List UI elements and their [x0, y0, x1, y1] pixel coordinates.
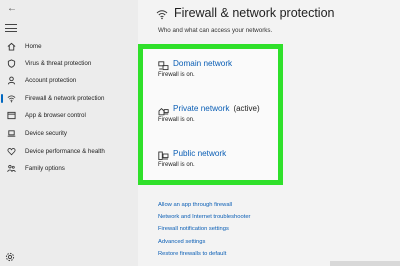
main-content: Firewall & network protection Who and wh…: [138, 0, 400, 266]
page-title: Firewall & network protection: [174, 6, 335, 20]
private-network-icon: [158, 103, 169, 116]
browser-window-icon: [6, 111, 16, 121]
wifi-icon: [156, 7, 168, 20]
shield-icon: [6, 59, 16, 69]
network-public[interactable]: Public network Firewall is on.: [158, 148, 230, 169]
sidebar-item-label: Home: [25, 43, 42, 50]
sidebar-item-app-browser[interactable]: App & browser control: [0, 107, 138, 124]
sidebar-item-label: Device security: [25, 130, 67, 137]
link-advanced-settings[interactable]: Advanced settings: [158, 236, 250, 248]
sidebar-item-label: Firewall & network protection: [25, 95, 105, 102]
sidebar-item-virus-threat[interactable]: Virus & threat protection: [0, 55, 138, 72]
sidebar-item-family[interactable]: Family options: [0, 160, 138, 177]
sidebar-item-account[interactable]: Account protection: [0, 72, 138, 89]
firewall-status: Firewall is on.: [158, 162, 195, 168]
network-title[interactable]: Public network: [173, 149, 226, 158]
sidebar-item-label: Account protection: [25, 77, 77, 84]
related-links: Allow an app through firewall Network an…: [158, 199, 250, 260]
public-network-icon: [158, 148, 169, 160]
link-allow-app[interactable]: Allow an app through firewall: [158, 199, 250, 211]
hamburger-menu-icon[interactable]: [5, 24, 17, 34]
domain-network-icon: [158, 58, 169, 71]
link-restore-defaults[interactable]: Restore firewalls to default: [158, 248, 250, 260]
page-subtitle: Who and what can access your networks.: [158, 27, 273, 34]
person-icon: [6, 76, 16, 86]
sidebar: ← Home Virus & threat protection Account…: [0, 0, 138, 266]
network-profiles-highlight: Domain network Firewall is on. Private n…: [138, 44, 283, 185]
wifi-icon: [6, 94, 16, 104]
back-arrow-icon[interactable]: ←: [4, 2, 20, 16]
sidebar-item-label: Device performance & health: [25, 148, 105, 155]
page-header: Firewall & network protection: [156, 6, 334, 20]
laptop-icon: [6, 129, 16, 139]
sidebar-item-label: Family options: [25, 165, 65, 172]
firewall-status: Firewall is on.: [158, 117, 195, 123]
home-icon: [6, 42, 16, 52]
network-domain[interactable]: Domain network Firewall is on.: [158, 58, 236, 79]
sidebar-item-device-security[interactable]: Device security: [0, 125, 138, 142]
network-private[interactable]: Private network (active) Firewall is on.: [158, 103, 260, 124]
scrollbar[interactable]: [330, 261, 400, 266]
link-troubleshooter[interactable]: Network and Internet troubleshooter: [158, 211, 250, 223]
network-title[interactable]: Domain network: [173, 59, 232, 68]
sidebar-item-label: App & browser control: [25, 112, 86, 119]
sidebar-item-home[interactable]: Home: [0, 38, 138, 55]
link-notification-settings[interactable]: Firewall notification settings: [158, 223, 250, 235]
firewall-status: Firewall is on.: [158, 72, 195, 78]
settings-gear-icon[interactable]: [5, 249, 15, 262]
heart-icon: [6, 147, 16, 157]
sidebar-item-firewall[interactable]: Firewall & network protection: [0, 90, 138, 107]
sidebar-item-label: Virus & threat protection: [25, 60, 92, 67]
family-icon: [6, 164, 16, 174]
sidebar-item-device-health[interactable]: Device performance & health: [0, 143, 138, 160]
network-active-badge: (active): [233, 103, 260, 113]
network-title[interactable]: Private network: [173, 104, 229, 113]
